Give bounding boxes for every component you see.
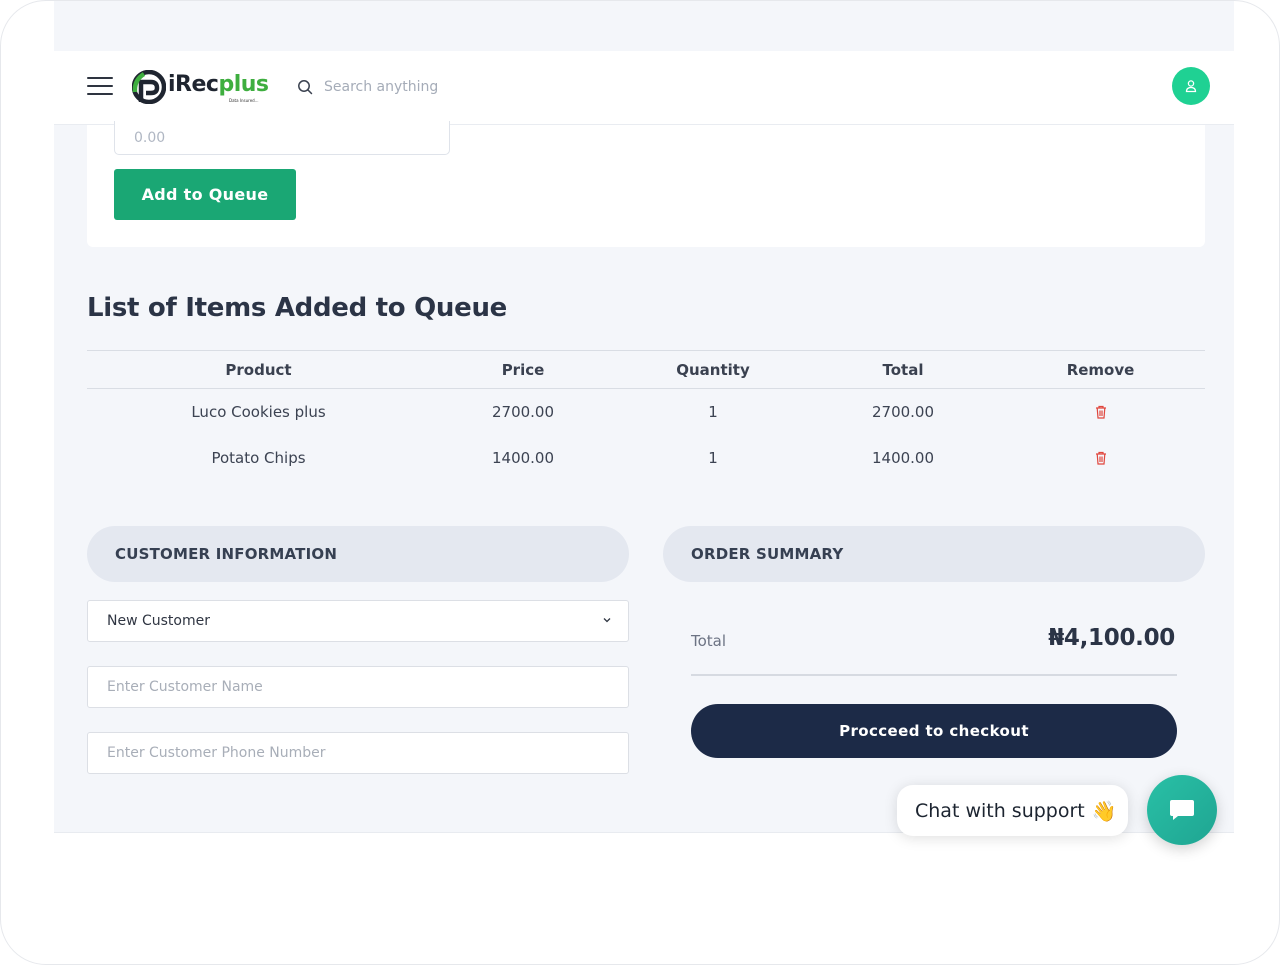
remove-cell — [996, 389, 1205, 435]
add-to-queue-button[interactable]: Add to Queue — [114, 169, 296, 220]
chat-launcher-button[interactable] — [1147, 775, 1217, 845]
queue-title: List of Items Added to Queue — [87, 293, 507, 323]
customer-info-heading: CUSTOMER INFORMATION — [87, 526, 629, 582]
chevron-down-icon — [603, 618, 611, 623]
total-cell: 2700.00 — [871, 402, 935, 421]
column-header: Price — [430, 350, 616, 389]
customer-phone-input[interactable] — [87, 732, 629, 774]
column-header: Total — [810, 350, 996, 389]
customer-name-input[interactable] — [87, 666, 629, 708]
chat-icon — [1170, 800, 1194, 820]
table-header-row: Product Price Quantity Total Remove — [87, 350, 1205, 389]
menu-icon[interactable] — [87, 77, 113, 97]
user-avatar[interactable] — [1172, 67, 1210, 105]
total-value: ₦4,100.00 — [1048, 625, 1175, 651]
column-header: Quantity — [616, 350, 810, 389]
brand-name: iRecplus — [168, 72, 269, 97]
price-cell: 2700.00 — [491, 402, 555, 421]
table-row: Potato Chips 1400.00 1 1400.00 — [87, 435, 1205, 481]
total-cell: 1400.00 — [871, 448, 935, 467]
chat-label: Chat with support — [915, 799, 1085, 822]
column-header: Product — [87, 350, 430, 389]
total-label: Total — [691, 632, 727, 650]
quantity-cell: 1 — [708, 402, 718, 421]
user-icon — [1185, 80, 1197, 93]
chat-support-bubble[interactable]: Chat with support 👋 — [897, 785, 1128, 836]
trash-icon[interactable] — [1095, 405, 1107, 419]
brand-logo[interactable]: iRecplus Data Insured... — [132, 69, 272, 105]
product-cell: Potato Chips — [211, 448, 306, 467]
order-summary-heading: ORDER SUMMARY — [663, 526, 1205, 582]
brand-tagline: Data Insured... — [229, 98, 259, 103]
search-icon[interactable] — [297, 79, 313, 95]
logo-mark-icon — [132, 70, 166, 104]
search-input[interactable] — [324, 74, 584, 100]
amount-input[interactable] — [114, 121, 450, 155]
customer-type-value: New Customer — [107, 613, 210, 629]
column-header: Remove — [996, 350, 1205, 389]
checkout-button[interactable]: Procceed to checkout — [691, 704, 1177, 758]
trash-icon[interactable] — [1095, 451, 1107, 465]
device-frame: iRecplus Data Insured... Add to Queue Li… — [0, 0, 1280, 965]
add-item-card: Add to Queue — [87, 121, 1205, 247]
queue-table: Product Price Quantity Total Remove Luco… — [87, 350, 1205, 481]
customer-type-select[interactable]: New Customer — [87, 600, 629, 642]
product-cell: Luco Cookies plus — [191, 402, 326, 421]
wave-icon: 👋 — [1091, 798, 1117, 823]
divider — [691, 674, 1177, 676]
table-row: Luco Cookies plus 2700.00 1 2700.00 — [87, 389, 1205, 435]
price-cell: 1400.00 — [491, 448, 555, 467]
quantity-cell: 1 — [708, 448, 718, 467]
top-bar: iRecplus Data Insured... — [54, 51, 1234, 125]
remove-cell — [996, 435, 1205, 481]
